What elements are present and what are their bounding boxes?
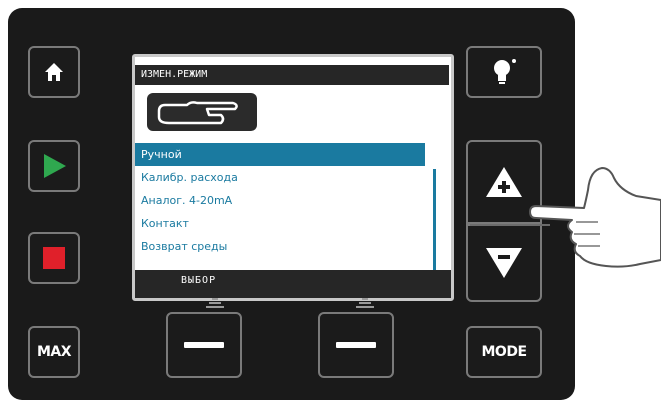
pointing-hand-illustration: [529, 167, 661, 268]
menu-item-analog-4-20ma[interactable]: Аналог. 4-20mA: [135, 189, 425, 212]
mode-indicator: [147, 93, 257, 131]
max-button[interactable]: MAX: [28, 326, 80, 378]
play-icon: [44, 154, 66, 178]
max-button-label: MAX: [36, 344, 72, 360]
menu-item-contact[interactable]: Контакт: [135, 212, 425, 235]
light-button[interactable]: [466, 46, 542, 98]
stop-icon: [43, 247, 65, 269]
mode-button[interactable]: MODE: [466, 326, 542, 378]
screen-title: ИЗМЕН.РЕЖИМ: [135, 65, 449, 85]
softkey-left-button[interactable]: [166, 312, 242, 378]
mode-button-label: MODE: [481, 344, 527, 360]
softkey-left-indicator-icon: [206, 298, 224, 308]
dash-icon: [336, 342, 376, 348]
softkey-left-label: ВЫБОР: [181, 275, 217, 286]
menu-item-manual[interactable]: Ручной: [135, 143, 425, 166]
softkey-right-indicator-icon: [356, 298, 374, 308]
softkey-label-bar: ВЫБОР: [135, 270, 451, 298]
pump-control-panel: MAX ИЗМЕН.РЕЖИМ Ручной Калибр. расхода А…: [8, 8, 575, 400]
softkey-right-button[interactable]: [318, 312, 394, 378]
down-minus-icon: [486, 248, 522, 278]
up-plus-icon: [486, 167, 522, 197]
dash-icon: [184, 342, 224, 348]
mode-menu: Ручной Калибр. расхода Аналог. 4-20mA Ко…: [135, 143, 425, 258]
display-screen: ИЗМЕН.РЕЖИМ Ручной Калибр. расхода Анало…: [132, 54, 454, 301]
home-button[interactable]: [28, 46, 80, 98]
menu-item-fluid-return[interactable]: Возврат среды: [135, 235, 425, 258]
stop-button[interactable]: [28, 232, 80, 284]
home-icon: [45, 63, 63, 81]
hand-pointer-icon: [157, 101, 238, 125]
lightbulb-icon: [494, 59, 516, 84]
menu-item-flow-calibration[interactable]: Калибр. расхода: [135, 166, 425, 189]
start-button[interactable]: [28, 140, 80, 192]
